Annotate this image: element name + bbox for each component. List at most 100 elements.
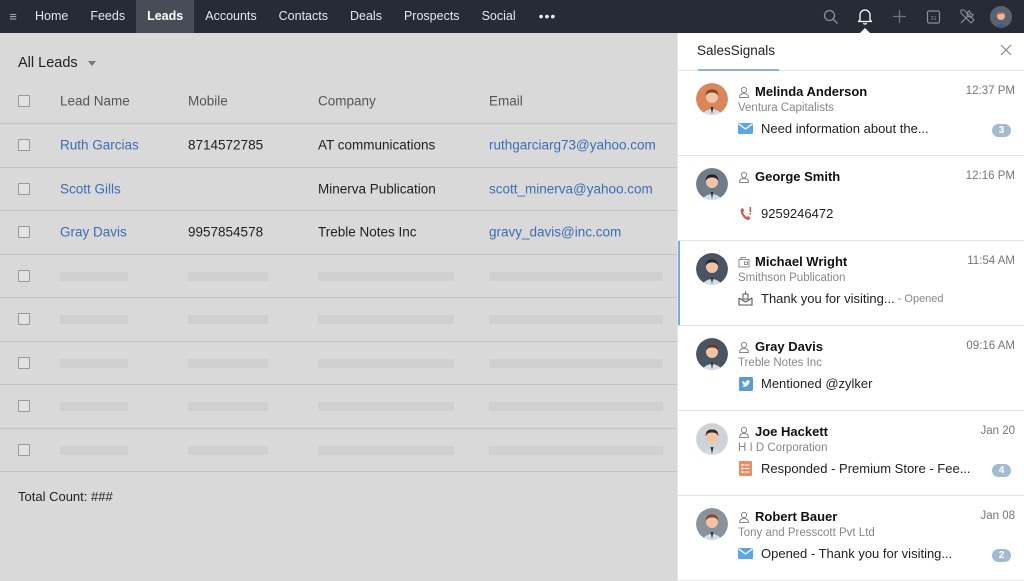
signal-message-row: 9259246472 [738,206,1018,221]
signal-type-icon [738,461,753,476]
close-icon[interactable] [999,43,1013,57]
panel-header: SalesSignals [678,33,1024,71]
svg-text:31: 31 [930,16,936,22]
contact-company: Smithson Publication [738,272,846,284]
row-checkbox[interactable] [18,139,30,152]
column-lead-name[interactable]: Lead Name [60,94,130,109]
contact-avatar[interactable] [696,168,728,200]
signal-type-icon [738,547,753,561]
placeholder-bar [60,271,128,281]
contact-avatar[interactable] [696,83,728,115]
contact-name[interactable]: Melinda Anderson [755,84,867,99]
signals-list: Melinda Anderson 12:37 PM Ventura Capita… [678,71,1024,581]
account-icon [738,256,750,267]
placeholder-bar [489,445,663,455]
survey-icon [739,461,752,476]
row-checkbox[interactable] [18,182,30,195]
contact-avatar[interactable] [696,423,728,455]
setup-button[interactable] [950,0,984,33]
signal-item[interactable]: Joe Hackett Jan 20 H I D Corporation Res… [678,411,1024,496]
panel-title: SalesSignals [697,43,776,58]
signal-name-row: Melinda Anderson [738,84,867,99]
column-email[interactable]: Email [489,94,523,109]
signal-name-row: Robert Bauer [738,509,837,524]
row-checkbox[interactable] [18,356,30,369]
placeholder-bar [318,445,454,455]
signal-item[interactable]: Gray Davis 09:16 AM Treble Notes Inc Men… [678,326,1024,411]
table-row[interactable]: Scott Gills Minerva Publication scott_mi… [0,168,677,211]
contact-name[interactable]: Gray Davis [755,339,823,354]
contact-avatar[interactable] [696,508,728,540]
user-avatar[interactable] [990,5,1012,28]
placeholder-bar [318,402,454,412]
tab-deals[interactable]: Deals [339,0,393,33]
table-row[interactable]: Gray Davis 9957854578 Treble Notes Inc g… [0,211,677,255]
email-link[interactable]: ruthgarciarg73@yahoo.com [489,138,656,153]
select-all-checkbox[interactable] [18,95,30,107]
row-checkbox[interactable] [18,313,30,326]
contact-company: Treble Notes Inc [738,357,822,369]
tab-home[interactable]: Home [24,0,79,33]
hamburger-menu-icon[interactable]: ≡ [2,9,24,24]
placeholder-bar [60,358,128,368]
signal-item[interactable]: Robert Bauer Jan 08 Tony and Presscott P… [678,496,1024,581]
tab-leads[interactable]: Leads [136,0,195,33]
contact-name[interactable]: Michael Wright [755,254,847,269]
salessignals-panel: SalesSignals Melinda Anderson 12:37 PM V… [677,33,1024,581]
row-checkbox[interactable] [18,226,30,239]
signal-type-icon [738,122,753,136]
email-icon [738,123,753,134]
tab-accounts[interactable]: Accounts [194,0,267,33]
placeholder-bar [489,271,663,281]
contact-avatar[interactable] [696,253,728,285]
tab-feeds[interactable]: Feeds [79,0,136,33]
placeholder-row [0,255,677,298]
signal-item[interactable]: Melinda Anderson 12:37 PM Ventura Capita… [678,71,1024,156]
tools-icon [959,9,975,24]
signal-message-row: Need information about the... [738,121,1018,136]
signal-message: 9259246472 [761,206,834,221]
signal-name-row: Joe Hackett [738,424,828,439]
tab-social[interactable]: Social [471,0,527,33]
contact-company: H I D Corporation [738,442,828,454]
signal-time: 11:54 AM [967,255,1015,267]
lead-name-link[interactable]: Gray Davis [60,225,127,240]
column-company[interactable]: Company [318,94,376,109]
table-row[interactable]: Ruth Garcias 8714572785 AT communication… [0,124,677,168]
contact-name[interactable]: Joe Hackett [755,424,828,439]
contact-name[interactable]: George Smith [755,169,840,184]
person-icon [738,86,750,98]
person-icon [738,511,750,523]
lead-name-link[interactable]: Scott Gills [60,181,121,196]
notifications-button[interactable] [848,0,882,34]
custom-view-dropdown[interactable]: All Leads [18,55,96,71]
placeholder-bar [60,445,128,455]
table-body: Ruth Garcias 8714572785 AT communication… [0,124,677,472]
row-checkbox[interactable] [18,443,30,456]
row-checkbox[interactable] [18,269,30,282]
lead-name-link[interactable]: Ruth Garcias [60,138,139,153]
row-checkbox[interactable] [18,400,30,413]
calendar-button[interactable]: 31 [916,0,950,33]
contact-avatar[interactable] [696,338,728,370]
total-count: Total Count: ### [18,489,113,504]
signal-message-row: Responded - Premium Store - Fee... [738,461,1018,476]
more-modules-button[interactable]: ••• [527,0,569,33]
create-button[interactable] [882,0,916,33]
mobile-value: 8714572785 [188,137,264,153]
module-tabs: Home Feeds Leads Accounts Contacts Deals Prosp… [24,0,527,33]
person-icon [738,426,750,438]
placeholder-bar [188,445,268,455]
signal-item[interactable]: George Smith 12:16 PM 9259246472 [678,156,1024,241]
contact-name[interactable]: Robert Bauer [755,509,837,524]
person-icon [738,341,750,353]
search-button[interactable] [814,0,848,33]
leads-table: Lead Name Mobile Company Email Ruth Garc… [0,79,677,472]
tab-contacts[interactable]: Contacts [268,0,339,33]
signal-item[interactable]: Michael Wright 11:54 AM Smithson Publica… [678,241,1024,326]
email-link[interactable]: scott_minerva@yahoo.com [489,181,653,196]
email-link[interactable]: gravy_davis@inc.com [489,225,621,240]
column-mobile[interactable]: Mobile [188,94,228,109]
mobile-value: 9957854578 [188,224,264,240]
tab-prospects[interactable]: Prospects [393,0,471,33]
